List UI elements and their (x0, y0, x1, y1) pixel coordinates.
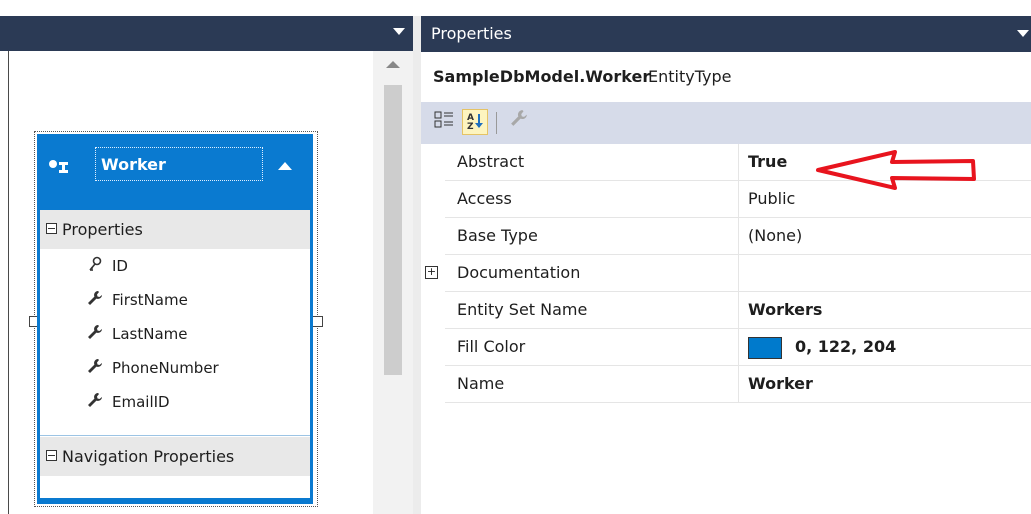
property-value[interactable]: Worker (748, 366, 813, 402)
column-separator (738, 366, 739, 402)
collapse-box-icon[interactable] (46, 223, 57, 234)
property-name: EmailID (112, 393, 170, 411)
column-separator (738, 144, 739, 180)
entity-name[interactable]: Worker (95, 147, 263, 181)
property-item[interactable]: ID (40, 249, 310, 283)
property-name: LastName (112, 325, 188, 343)
property-item[interactable]: FirstName (40, 283, 310, 317)
property-item[interactable]: PhoneNumber (40, 351, 310, 385)
properties-compartment[interactable]: Properties (40, 210, 310, 249)
column-separator (738, 292, 739, 328)
column-separator (738, 255, 739, 291)
navigation-compartment-label: Navigation Properties (62, 447, 235, 466)
entity-body: Properties ID FirstName LastName PhoneNu… (40, 210, 310, 498)
object-name: SampleDbModel.Worker (433, 67, 651, 86)
property-name: FirstName (112, 291, 188, 309)
divider (40, 435, 310, 436)
property-value[interactable]: (None) (748, 218, 802, 254)
resize-handle-right[interactable] (312, 316, 323, 327)
expand-icon[interactable]: + (425, 266, 438, 279)
wrench-icon (87, 358, 103, 378)
column-separator (738, 181, 739, 217)
properties-title-bar: Properties (421, 16, 1031, 52)
collapse-icon[interactable] (278, 162, 292, 170)
designer-tab-bar (0, 16, 413, 51)
chevron-down-icon[interactable] (1017, 30, 1029, 37)
object-selector[interactable]: SampleDbModel.Worker EntityType (421, 52, 1031, 102)
property-key: Abstract (457, 152, 525, 171)
property-key: Name (457, 374, 505, 393)
property-list: ID FirstName LastName PhoneNumber EmailI… (40, 249, 310, 435)
property-value[interactable]: True (748, 144, 787, 180)
color-swatch[interactable] (748, 337, 782, 359)
vertical-scrollbar[interactable] (373, 51, 413, 514)
collapse-box-icon[interactable] (46, 450, 57, 461)
properties-toolbar: AZ (421, 102, 1031, 144)
object-type: EntityType (648, 67, 732, 86)
property-name: ID (112, 257, 128, 275)
sort-alphabetical-icon[interactable]: AZ (462, 109, 488, 135)
key-icon (87, 256, 103, 276)
property-pages-icon[interactable] (506, 109, 532, 135)
grid-row-fill-color[interactable]: Fill Color 0, 122, 204 (445, 329, 1031, 366)
property-key: Access (457, 189, 512, 208)
grid-row-entity-set-name[interactable]: Entity Set Name Workers (445, 292, 1031, 329)
svg-text:Z: Z (467, 122, 474, 132)
wrench-icon (87, 324, 103, 344)
grid-row-documentation[interactable]: + Documentation (425, 255, 1031, 292)
column-separator (738, 218, 739, 254)
toolbar-separator (496, 112, 497, 134)
scroll-thumb[interactable] (384, 85, 402, 375)
entity-type-icon (48, 158, 70, 178)
entity-shape[interactable]: Worker Properties ID FirstName LastName … (37, 134, 313, 504)
property-key: Entity Set Name (457, 300, 588, 319)
property-key: Documentation (457, 263, 581, 282)
property-value[interactable]: Public (748, 181, 795, 217)
properties-title: Properties (431, 24, 512, 43)
navigation-properties-compartment[interactable]: Navigation Properties (40, 437, 310, 476)
column-separator (738, 329, 739, 365)
property-grid: Abstract True Access Public Base Type (N… (421, 144, 1031, 514)
scroll-up-icon[interactable] (386, 61, 400, 68)
entity-designer-pane: Worker Properties ID FirstName LastName … (0, 0, 415, 514)
pane-splitter[interactable] (413, 16, 421, 514)
property-item[interactable]: EmailID (40, 385, 310, 419)
properties-compartment-label: Properties (62, 220, 143, 239)
annotation-arrow (816, 150, 976, 190)
property-name: PhoneNumber (112, 359, 219, 377)
property-item[interactable]: LastName (40, 317, 310, 351)
property-key: Fill Color (457, 337, 526, 356)
entity-header: Worker (37, 134, 313, 210)
grid-row-base-type[interactable]: Base Type (None) (445, 218, 1031, 255)
property-value[interactable]: 0, 122, 204 (795, 329, 896, 365)
property-value[interactable]: Workers (748, 292, 822, 328)
categorized-icon[interactable] (431, 109, 457, 135)
wrench-icon (87, 392, 103, 412)
wrench-icon (87, 290, 103, 310)
grid-row-name[interactable]: Name Worker (445, 366, 1031, 403)
chevron-down-icon[interactable] (393, 28, 405, 35)
property-key: Base Type (457, 226, 538, 245)
properties-window: Properties SampleDbModel.Worker EntityTy… (421, 16, 1031, 514)
